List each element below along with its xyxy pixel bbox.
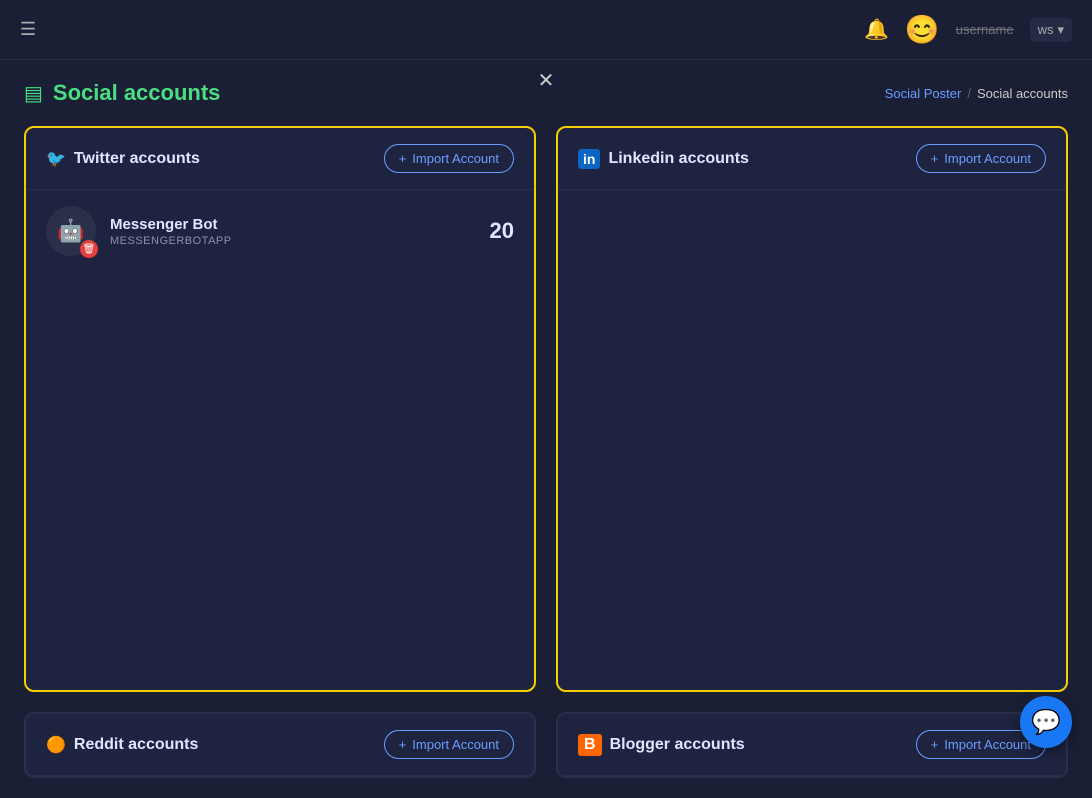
twitter-card-title: Twitter accounts — [74, 150, 200, 168]
blogger-card: B Blogger accounts + Import Account — [556, 712, 1068, 778]
blogger-icon: B — [578, 734, 602, 756]
navbar: ☰ 🔔 😊 username ws ▾ — [0, 0, 1092, 60]
chat-bubble[interactable]: 💬 — [1020, 696, 1072, 748]
reddit-card-header: 🟠 Reddit accounts + Import Account — [26, 714, 534, 776]
main-content: ▤ Social accounts Social Poster / Social… — [0, 60, 1092, 798]
account-avatar-wrap: 🤖 🗑 — [46, 206, 96, 256]
twitter-title-group: 🐦 Twitter accounts — [46, 149, 200, 169]
twitter-card-header: 🐦 Twitter accounts + Import Account — [26, 128, 534, 190]
twitter-account-item: 🤖 🗑 Messenger Bot MESSENGERBOTAPP 20 — [46, 206, 514, 256]
reddit-import-label: Import Account — [412, 737, 499, 752]
reddit-title-group: 🟠 Reddit accounts — [46, 735, 198, 755]
twitter-import-plus: + — [399, 151, 407, 166]
dropdown-icon: ▾ — [1057, 22, 1064, 38]
twitter-card: 🐦 Twitter accounts + Import Account 🤖 🗑 — [24, 126, 536, 692]
account-name: Messenger Bot — [110, 216, 476, 233]
blogger-card-title: Blogger accounts — [610, 736, 745, 754]
accounts-grid: 🐦 Twitter accounts + Import Account 🤖 🗑 — [24, 126, 1068, 692]
linkedin-card-body — [558, 190, 1066, 690]
page-title-icon: ▤ — [24, 81, 43, 106]
delete-badge[interactable]: 🗑 — [80, 240, 98, 258]
breadcrumb-separator: / — [967, 86, 971, 101]
blogger-card-header: B Blogger accounts + Import Account — [558, 714, 1066, 776]
workspace-selector[interactable]: ws ▾ — [1030, 18, 1072, 42]
blogger-import-label: Import Account — [944, 737, 1031, 752]
navbar-right: 🔔 😊 username ws ▾ — [864, 13, 1072, 46]
breadcrumb-current: Social accounts — [977, 86, 1068, 101]
page-title: Social accounts — [53, 80, 221, 106]
linkedin-import-plus: + — [931, 151, 939, 166]
username-text: username — [956, 22, 1014, 37]
reddit-card: 🟠 Reddit accounts + Import Account — [24, 712, 536, 778]
linkedin-import-label: Import Account — [944, 151, 1031, 166]
reddit-icon: 🟠 — [46, 735, 66, 755]
twitter-card-body: 🤖 🗑 Messenger Bot MESSENGERBOTAPP 20 — [26, 190, 534, 690]
page-title-group: ▤ Social accounts — [24, 80, 220, 106]
twitter-icon: 🐦 — [46, 149, 66, 169]
chat-bubble-icon: 💬 — [1031, 708, 1061, 737]
account-count: 20 — [490, 218, 514, 244]
twitter-import-label: Import Account — [412, 151, 499, 166]
breadcrumb: Social Poster / Social accounts — [885, 86, 1068, 101]
workspace-label: ws — [1038, 22, 1054, 37]
reddit-import-plus: + — [399, 737, 407, 752]
bottom-row: 🟠 Reddit accounts + Import Account B Blo… — [24, 712, 1068, 778]
linkedin-icon: in — [578, 149, 600, 169]
reddit-card-title: Reddit accounts — [74, 736, 198, 754]
linkedin-card-header: in Linkedin accounts + Import Account — [558, 128, 1066, 190]
linkedin-card: in Linkedin accounts + Import Account — [556, 126, 1068, 692]
account-username: MESSENGERBOTAPP — [110, 235, 476, 247]
linkedin-title-group: in Linkedin accounts — [578, 149, 749, 169]
reddit-import-button[interactable]: + Import Account — [384, 730, 514, 759]
account-info: Messenger Bot MESSENGERBOTAPP — [110, 216, 476, 247]
blogger-title-group: B Blogger accounts — [578, 734, 745, 756]
linkedin-card-title: Linkedin accounts — [608, 150, 748, 168]
close-button[interactable]: ✕ — [538, 68, 555, 93]
navbar-left: ☰ — [20, 19, 36, 40]
blogger-import-plus: + — [931, 737, 939, 752]
breadcrumb-parent[interactable]: Social Poster — [885, 86, 962, 101]
bell-icon[interactable]: 🔔 — [864, 17, 889, 42]
linkedin-import-button[interactable]: + Import Account — [916, 144, 1046, 173]
twitter-import-button[interactable]: + Import Account — [384, 144, 514, 173]
menu-icon[interactable]: ☰ — [20, 19, 36, 40]
avatar: 😊 — [905, 13, 940, 46]
